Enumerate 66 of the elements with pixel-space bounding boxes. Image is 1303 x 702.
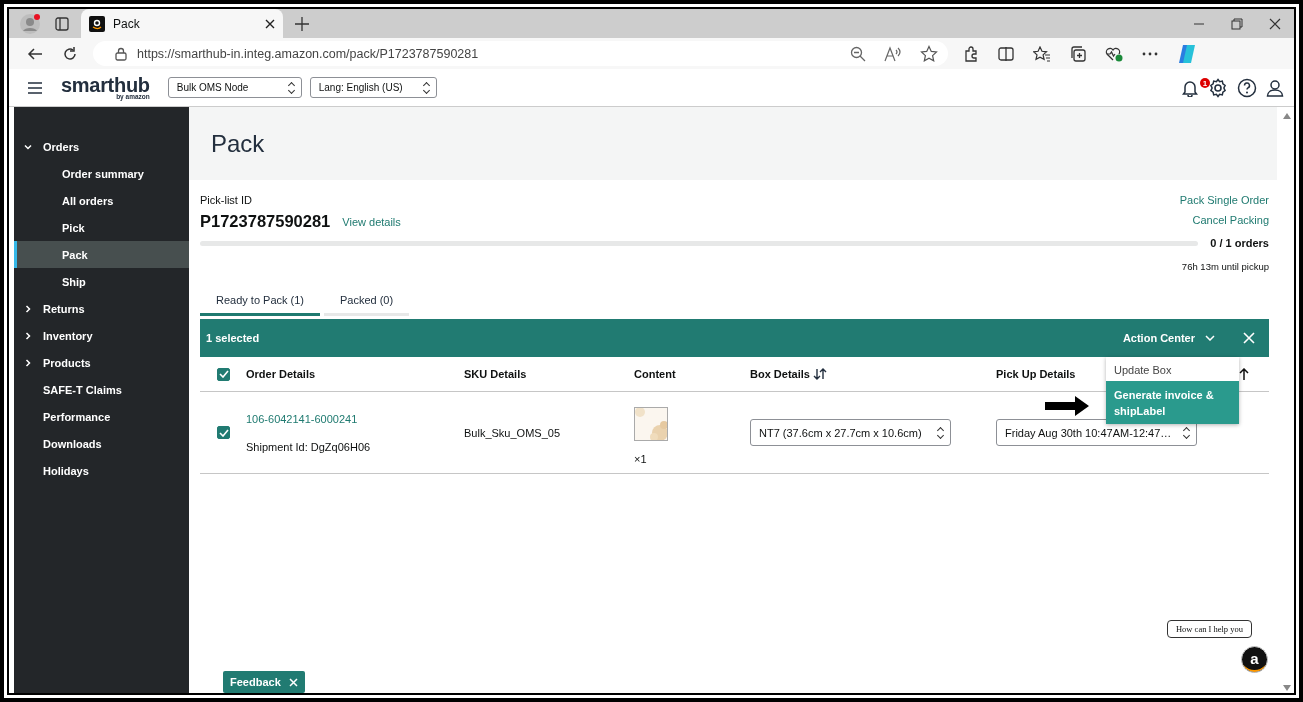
shipment-id: Shipment Id: DgZq06H06 xyxy=(246,440,371,453)
sidebar-item[interactable]: Ship xyxy=(14,268,189,295)
column-header: Order Details xyxy=(246,368,316,380)
chevron-down-icon xyxy=(24,142,32,151)
selection-count: 1 selected xyxy=(206,332,260,344)
read-aloud-icon[interactable] xyxy=(884,45,902,62)
node-select[interactable]: Bulk OMS Node xyxy=(167,77,302,98)
quantity: ×1 xyxy=(634,452,647,465)
action-center-button[interactable]: Action Center xyxy=(1122,332,1215,344)
chevron-right-icon xyxy=(24,304,32,313)
checkbox[interactable] xyxy=(217,367,230,381)
settings-icon[interactable] xyxy=(1208,77,1228,98)
sidebar-item[interactable]: Downloads xyxy=(14,430,189,457)
language-select[interactable]: Lang: English (US) xyxy=(309,77,437,98)
progress-count: 0 / 1 orders xyxy=(1210,237,1269,249)
action-link[interactable]: Pack Single Order xyxy=(1179,194,1269,206)
sidebar-item[interactable]: Pack xyxy=(14,241,189,268)
lock-icon xyxy=(115,46,127,61)
sku-text: Bulk_Sku_OMS_05 xyxy=(464,426,560,439)
sidebar-item[interactable]: Holidays xyxy=(14,457,189,484)
sidebar-item[interactable]: Returns xyxy=(14,295,189,322)
pickup-countdown: 76h 13m until pickup xyxy=(1180,261,1269,272)
star-icon[interactable] xyxy=(920,44,938,63)
help-icon[interactable] xyxy=(1237,77,1257,98)
field-label: Pick-list ID xyxy=(200,194,253,206)
action-link[interactable]: Cancel Packing xyxy=(1192,214,1269,226)
sort-icon xyxy=(812,368,827,380)
address-bar[interactable]: https://smarthub-in.integ.amazon.com/pack/P1723787590281 xyxy=(93,41,948,66)
arrow-icon xyxy=(1045,396,1089,416)
browser-tab[interactable]: Pack xyxy=(81,9,283,38)
sidebar-item[interactable]: SAFE-T Claims xyxy=(14,376,189,403)
menu-icon[interactable] xyxy=(27,80,43,95)
chat-bubble: How can I help you xyxy=(1166,620,1252,638)
sidebar-item[interactable]: Products xyxy=(14,349,189,376)
zoom-out-icon[interactable] xyxy=(850,45,866,62)
sidebar-item[interactable]: Inventory xyxy=(14,322,189,349)
sort-up-icon[interactable] xyxy=(1239,368,1249,380)
sidebar-item[interactable]: Performance xyxy=(14,403,189,430)
amazon-icon xyxy=(89,15,105,32)
column-header: Pick Up Details xyxy=(996,368,1076,380)
profile-icon[interactable] xyxy=(19,12,41,35)
chevron-right-icon xyxy=(24,358,32,367)
column-header: Content xyxy=(634,368,676,380)
page-title: Pack xyxy=(211,129,265,158)
sidebar-item[interactable]: Order summary xyxy=(14,160,189,187)
menu-item[interactable]: Update Box xyxy=(1106,357,1239,381)
tab[interactable]: Ready to Pack (1) xyxy=(200,288,321,316)
close-icon[interactable] xyxy=(265,18,275,29)
view-details-link[interactable]: View details xyxy=(342,215,401,228)
sidebar-item[interactable]: All orders xyxy=(14,187,189,214)
column-header[interactable]: Box Details xyxy=(750,368,827,380)
notification-icon[interactable] xyxy=(1181,78,1199,97)
checkbox[interactable] xyxy=(217,426,230,439)
feedback-button[interactable]: Feedback xyxy=(223,671,305,693)
box-select[interactable]: NT7 (37.6cm x 27.7cm x 10.6cm) xyxy=(750,419,951,446)
sidebar-item[interactable]: Orders xyxy=(14,133,189,160)
chat-button[interactable]: a xyxy=(1241,646,1268,673)
column-header: SKU Details xyxy=(464,368,527,380)
chevron-down-icon xyxy=(1205,335,1215,341)
chevron-right-icon xyxy=(24,331,32,340)
sidebar-item[interactable]: Pick xyxy=(14,214,189,241)
picklist-id: P1723787590281 xyxy=(200,212,331,231)
user-icon[interactable] xyxy=(1266,78,1284,97)
order-link[interactable]: 106-6042141-6000241 xyxy=(246,412,358,425)
tab[interactable]: Packed (0) xyxy=(324,288,410,316)
notification-badge: 1 xyxy=(1200,78,1210,88)
